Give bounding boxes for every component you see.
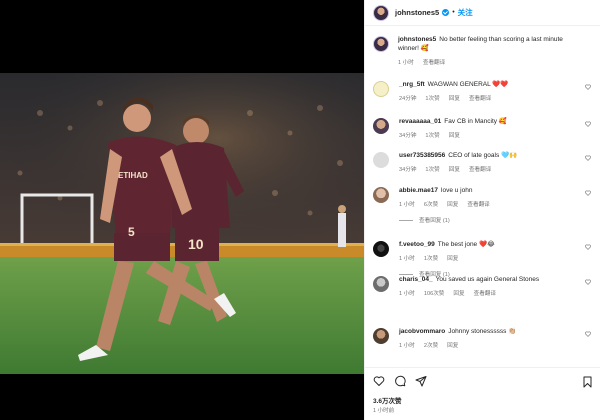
commenter-avatar[interactable]: [373, 328, 389, 344]
replies-divider: [399, 219, 413, 221]
comment-heart-icon[interactable]: [585, 244, 591, 250]
comment-like-count[interactable]: 1次赞: [425, 94, 439, 102]
comment-item: _nrg_5ft WAGWAN GENERAL ❤️❤️ 24分钟 1次赞 回复 …: [373, 80, 595, 102]
comment-username[interactable]: revaaaaaa_01: [399, 118, 441, 125]
comment-time[interactable]: 1 小时: [399, 200, 415, 208]
comment-heart-icon[interactable]: [585, 121, 591, 127]
comment-heart-icon[interactable]: [585, 190, 591, 196]
comment-time[interactable]: 34分钟: [399, 131, 416, 139]
comment-heart-icon[interactable]: [585, 155, 591, 161]
comment-like-count[interactable]: 6次赞: [424, 200, 438, 208]
commenter-avatar[interactable]: [373, 118, 389, 134]
translate-button[interactable]: 查看翻译: [474, 289, 496, 297]
media-pane: 10 ETIHAD 5: [0, 0, 364, 420]
comment-text: The best jone ❤️😂: [437, 241, 495, 248]
reply-button[interactable]: 回复: [453, 289, 464, 297]
view-replies-label: 查看回复 (1): [419, 218, 450, 224]
comment-username[interactable]: _nrg_5ft: [399, 81, 425, 88]
comment-text: You saved us again General Stones: [435, 276, 540, 283]
caption: johnstones5 No better feeling than scorin…: [373, 35, 595, 66]
post-timestamp[interactable]: 1 小时前: [373, 406, 394, 414]
celebration-photo: 10 ETIHAD 5: [0, 73, 364, 374]
caption-translate[interactable]: 查看翻译: [423, 58, 445, 66]
comment-icon[interactable]: [394, 375, 406, 387]
author-avatar[interactable]: [373, 4, 389, 21]
header-separator: •: [452, 9, 455, 16]
comments-list[interactable]: johnstones5 No better feeling than scorin…: [365, 31, 600, 366]
comment-time[interactable]: 1 小时: [399, 254, 415, 262]
author-username[interactable]: johnstones5: [395, 8, 439, 17]
reply-button[interactable]: 回复: [447, 200, 458, 208]
follow-button[interactable]: 关注: [458, 7, 473, 18]
reply-button[interactable]: 回复: [449, 165, 460, 173]
comment-text: Fav CB in Mancity 🥰: [444, 118, 507, 125]
view-replies-button[interactable]: 查看回复 (1): [399, 216, 577, 224]
comment-like-count[interactable]: 2次赞: [424, 341, 438, 349]
commenter-avatar[interactable]: [373, 81, 389, 97]
commenter-avatar[interactable]: [373, 241, 389, 257]
reply-button[interactable]: 回复: [447, 341, 458, 349]
post-photo[interactable]: 10 ETIHAD 5: [0, 73, 364, 374]
comment-item: user735385956 CEO of late goals 🩵🙌 34分钟 1…: [373, 151, 595, 173]
translate-button[interactable]: 查看翻译: [467, 200, 489, 208]
comment-like-count[interactable]: 1次赞: [424, 254, 438, 262]
comment-time[interactable]: 1 小时: [399, 289, 415, 297]
comment-heart-icon[interactable]: [585, 84, 591, 90]
caption-time[interactable]: 1 小时: [398, 58, 414, 66]
bookmark-icon[interactable]: [582, 375, 593, 393]
action-bar: 3.6万次赞 1 小时前: [365, 367, 600, 420]
comment-heart-icon[interactable]: [585, 279, 591, 285]
comment-username[interactable]: f.veetoo_99: [399, 241, 435, 248]
comment-item: abbie.mae17 love u john 1 小时 6次赞 回复 查看翻译 …: [373, 186, 595, 224]
commenter-avatar[interactable]: [373, 152, 389, 168]
commenter-avatar[interactable]: [373, 276, 389, 292]
comment-text: Johnny stonessssss 👏🏼: [448, 328, 517, 335]
comment-text: WAGWAN GENERAL ❤️❤️: [427, 81, 509, 88]
verified-badge-icon: [442, 9, 450, 16]
comment-username[interactable]: charis_04_: [399, 276, 433, 283]
post-sidebar: johnstones5 • 关注 johnstones5 No better fe…: [364, 0, 600, 420]
comment-like-count[interactable]: 106次赞: [424, 289, 445, 297]
translate-button[interactable]: 查看翻译: [469, 165, 491, 173]
caption-avatar[interactable]: [373, 36, 389, 52]
post-header: johnstones5 • 关注: [365, 0, 600, 26]
comment-item: charis_04_ You saved us again General Sto…: [373, 275, 595, 297]
svg-text:ETIHAD: ETIHAD: [118, 171, 148, 180]
reply-button[interactable]: 回复: [449, 131, 460, 139]
translate-button[interactable]: 查看翻译: [469, 94, 491, 102]
comment-username[interactable]: jacobvommaro: [399, 328, 445, 335]
commenter-avatar[interactable]: [373, 187, 389, 203]
comment-username[interactable]: abbie.mae17: [399, 187, 438, 194]
comment-text: CEO of late goals 🩵🙌: [448, 152, 518, 159]
post-like-count[interactable]: 3.6万次赞: [373, 395, 402, 405]
svg-text:10: 10: [188, 236, 204, 252]
comment-heart-icon[interactable]: [585, 331, 591, 337]
heart-icon[interactable]: [373, 375, 385, 387]
comment-time[interactable]: 24分钟: [399, 94, 416, 102]
comment-text: love u john: [441, 187, 473, 194]
comment-item: jacobvommaro Johnny stonessssss 👏🏼 1 小时 2…: [373, 327, 595, 349]
reply-button[interactable]: 回复: [449, 94, 460, 102]
caption-username[interactable]: johnstones5: [398, 36, 436, 43]
comment-like-count[interactable]: 1次赞: [425, 131, 439, 139]
share-icon[interactable]: [415, 375, 427, 387]
comment-username[interactable]: user735385956: [399, 152, 445, 159]
comment-time[interactable]: 34分钟: [399, 165, 416, 173]
svg-text:5: 5: [128, 225, 135, 239]
comment-item: f.veetoo_99 The best jone ❤️😂 1 小时 1次赞 回复…: [373, 240, 595, 278]
comment-like-count[interactable]: 1次赞: [425, 165, 439, 173]
comment-time[interactable]: 1 小时: [399, 341, 415, 349]
reply-button[interactable]: 回复: [447, 254, 458, 262]
comment-item: revaaaaaa_01 Fav CB in Mancity 🥰 34分钟 1次赞…: [373, 117, 595, 139]
